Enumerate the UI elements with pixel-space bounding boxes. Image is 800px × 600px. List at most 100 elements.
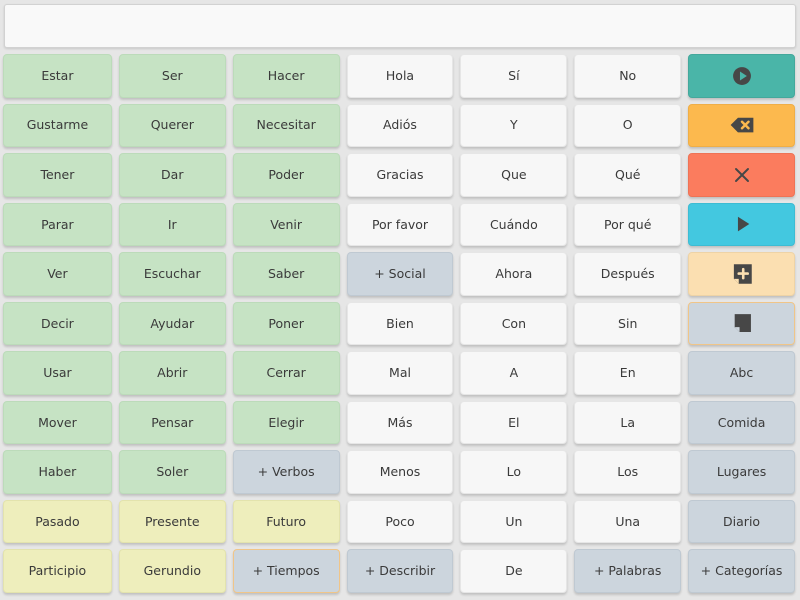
grid-button-pensar[interactable]: Pensar [118,400,226,445]
grid-button-more-describir[interactable]: + Describir [346,549,454,593]
grid-button-querer[interactable]: Querer [118,103,226,148]
grid-button-si[interactable]: Sí [460,54,568,98]
grid-button-venir[interactable]: Venir [232,202,340,247]
grid-button-usar[interactable]: Usar [3,351,112,395]
grid-button-sin[interactable]: Sin [574,301,682,346]
grid-button-more-tiempos[interactable]: + Tiempos [232,549,340,593]
grid-button-soler[interactable]: Soler [118,450,226,494]
grid-button-ahora[interactable]: Ahora [460,252,568,296]
grid-button-cuando[interactable]: Cuándo [460,202,568,247]
message-bar[interactable] [4,4,796,48]
grid-button-a[interactable]: A [460,351,568,395]
grid-button-ayudar[interactable]: Ayudar [118,301,226,346]
grid-button-tener[interactable]: Tener [3,153,112,197]
grid-button-saber[interactable]: Saber [232,252,340,296]
grid-button-label: Saber [267,266,305,282]
grid-button-adios[interactable]: Adiós [346,103,454,148]
grid-button-menos[interactable]: Menos [346,450,454,494]
grid-button-con[interactable]: Con [460,301,568,346]
grid-button-ir[interactable]: Ir [118,202,226,247]
grid-button-futuro[interactable]: Futuro [232,499,340,544]
grid-button-mal[interactable]: Mal [346,351,454,395]
grid-button-label: Poder [268,166,304,182]
grid-button-more-verbos[interactable]: + Verbos [232,450,340,494]
grid-button-decir[interactable]: Decir [3,301,112,346]
grid-button-poner[interactable]: Poner [232,301,340,346]
grid-button-los[interactable]: Los [574,450,682,494]
grid-button-mover[interactable]: Mover [3,400,112,445]
grid-button-necesitar[interactable]: Necesitar [232,103,340,148]
grid-button-label: Pensar [151,414,194,430]
grid-button-gustarme[interactable]: Gustarme [3,103,112,148]
play-triangle-icon [729,211,755,237]
grid-button-presente[interactable]: Presente [118,499,226,544]
grid-button-estar[interactable]: Estar [3,54,112,98]
grid-button-pasado[interactable]: Pasado [3,499,112,544]
grid-button-gerundio[interactable]: Gerundio [118,549,226,593]
grid-button-una[interactable]: Una [574,499,682,544]
grid-button-label: + Verbos [257,464,315,480]
grid-button-poder[interactable]: Poder [232,153,340,197]
grid-button-o[interactable]: O [574,103,682,148]
grid-button-y[interactable]: Y [460,103,568,148]
grid-button-por-favor[interactable]: Por favor [346,202,454,247]
grid-button-label: Gustarme [26,117,89,133]
grid-button-mas[interactable]: Más [346,400,454,445]
grid-button-more-palabras[interactable]: + Palabras [574,549,682,593]
play-circle-icon [729,63,755,89]
grid-button-play-circle[interactable] [688,54,795,98]
grid-button-label: O [622,117,633,133]
grid-button-despues[interactable]: Después [574,252,682,296]
grid-button-hacer[interactable]: Hacer [232,54,340,98]
grid-button-bien[interactable]: Bien [346,301,454,346]
grid-button-note[interactable] [688,301,795,346]
grid-button-diario[interactable]: Diario [688,499,795,544]
grid-button-backspace[interactable] [688,103,795,148]
grid-button-que[interactable]: Qué [574,153,682,197]
grid-button-haber[interactable]: Haber [3,450,112,494]
grid-button-el[interactable]: El [460,400,568,445]
grid-button-comida[interactable]: Comida [688,400,795,445]
grid-button-de[interactable]: De [460,549,568,593]
grid-button-label: Ayudar [150,315,195,331]
grid-button-more-categorias[interactable]: + Categorías [688,549,795,593]
grid-button-label: Diario [723,513,761,529]
grid-button-label: Pasado [35,513,80,529]
grid-button-escuchar[interactable]: Escuchar [118,252,226,296]
grid-button-label: En [619,365,636,381]
grid-button-label: Una [615,513,641,529]
grid-button-abrir[interactable]: Abrir [118,351,226,395]
grid-button-parar[interactable]: Parar [3,202,112,247]
grid-button-lo[interactable]: Lo [460,450,568,494]
add-note-icon [729,261,755,287]
grid-button-label: Tener [40,166,75,182]
grid-button-close-x[interactable] [688,153,795,197]
grid-button-label: Que [501,166,527,182]
grid-button-label: Sí [508,67,520,83]
grid-button-label: Adiós [383,117,417,133]
grid-button-label: El [508,414,520,430]
grid-button-que[interactable]: Que [460,153,568,197]
grid-button-label: La [620,414,636,430]
grid-button-la[interactable]: La [574,400,682,445]
grid-button-gracias[interactable]: Gracias [346,153,454,197]
grid-button-add-note[interactable] [688,252,795,296]
grid-button-hola[interactable]: Hola [346,54,454,98]
grid-button-no[interactable]: No [574,54,682,98]
grid-button-play-triangle[interactable] [688,202,795,247]
grid-button-por-que[interactable]: Por qué [574,202,682,247]
grid-button-un[interactable]: Un [460,499,568,544]
grid-button-abc[interactable]: Abc [688,351,795,395]
grid-button-cerrar[interactable]: Cerrar [232,351,340,395]
grid-button-lugares[interactable]: Lugares [688,450,795,494]
grid-button-label: Los [617,464,639,480]
grid-button-elegir[interactable]: Elegir [232,400,340,445]
grid-button-ser[interactable]: Ser [118,54,226,98]
grid-button-participio[interactable]: Participio [3,549,112,593]
grid-button-label: Decir [41,315,74,331]
grid-button-en[interactable]: En [574,351,682,395]
grid-button-more-social[interactable]: + Social [346,252,454,296]
grid-button-poco[interactable]: Poco [346,499,454,544]
grid-button-ver[interactable]: Ver [3,252,112,296]
grid-button-dar[interactable]: Dar [118,153,226,197]
